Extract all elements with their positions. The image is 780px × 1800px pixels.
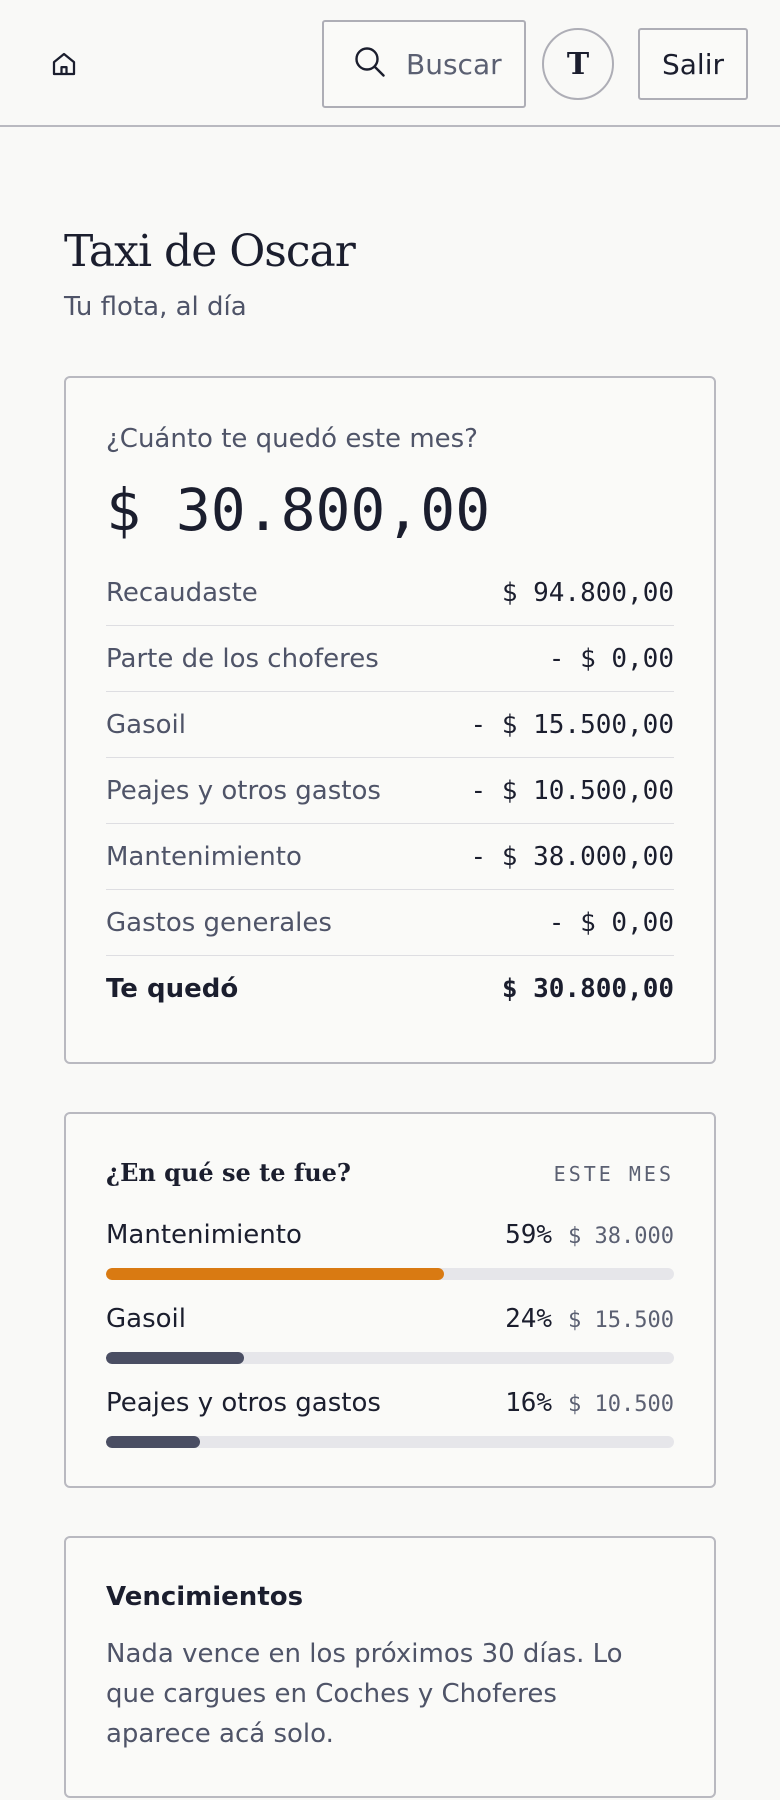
summary-total: $ 30.800,00 <box>106 476 491 544</box>
row-amount: $ 94.800,00 <box>501 577 674 608</box>
row-amount: - $ 38.000,00 <box>470 841 675 872</box>
row-amount: - $ 10.500,00 <box>470 775 675 806</box>
row-label: Te quedó <box>106 974 239 1004</box>
monthly-summary-card: ¿Cuánto te quedó este mes? $ 30.800,00 R… <box>64 376 716 1064</box>
progress-fill <box>106 1352 245 1364</box>
home-button[interactable] <box>44 46 84 86</box>
spending-item-name: Gasoil <box>106 1304 186 1334</box>
progress-fill <box>106 1268 444 1280</box>
summary-row-mantenimiento: Mantenimiento - $ 38.000,00 <box>106 824 674 890</box>
progress-fill <box>106 1436 200 1448</box>
row-label: Mantenimiento <box>106 841 302 872</box>
row-amount: - $ 0,00 <box>548 643 674 674</box>
spending-item-percent: 59% <box>505 1220 553 1250</box>
top-bar: T Salir <box>0 0 780 127</box>
home-icon <box>49 49 79 83</box>
row-label: Gastos generales <box>106 907 332 938</box>
spending-item-percent: 16% <box>505 1388 553 1418</box>
summary-breakdown: Recaudaste $ 94.800,00 Parte de los chof… <box>106 560 674 1022</box>
due-dates-card: Vencimientos Nada vence en los próximos … <box>64 1536 716 1798</box>
spending-period: ESTE MES <box>553 1162 674 1186</box>
summary-row-gastos-generales: Gastos generales - $ 0,00 <box>106 890 674 956</box>
due-text: Nada vence en los próximos 30 días. Lo q… <box>106 1639 623 1749</box>
page-subtitle: Tu flota, al día <box>64 292 247 322</box>
summary-row-te-quedo: Te quedó $ 30.800,00 <box>106 956 674 1022</box>
progress-track <box>106 1352 674 1364</box>
spending-item-peajes: Peajes y otros gastos 16% $ 10.500 <box>106 1388 674 1448</box>
search-icon <box>352 44 388 84</box>
spending-item-amount: $ 38.000 <box>568 1224 674 1249</box>
search-box[interactable] <box>322 20 526 108</box>
row-amount: - $ 15.500,00 <box>470 709 675 740</box>
search-input[interactable] <box>406 47 526 81</box>
row-amount: $ 30.800,00 <box>501 974 674 1004</box>
logout-button[interactable]: Salir <box>638 28 748 100</box>
summary-row-gasoil: Gasoil - $ 15.500,00 <box>106 692 674 758</box>
due-title: Vencimientos <box>106 1582 304 1612</box>
spending-breakdown-card: ¿En qué se te fue? ESTE MES Mantenimient… <box>64 1112 716 1488</box>
spending-item-mantenimiento: Mantenimiento 59% $ 38.000 <box>106 1220 674 1280</box>
spending-title: ¿En qué se te fue? <box>106 1158 351 1187</box>
progress-track <box>106 1268 674 1280</box>
spending-item-amount: $ 15.500 <box>568 1308 674 1333</box>
row-label: Parte de los choferes <box>106 643 379 674</box>
spending-item-amount: $ 10.500 <box>568 1392 674 1417</box>
avatar[interactable]: T <box>542 28 614 100</box>
row-label: Peajes y otros gastos <box>106 775 381 806</box>
row-label: Recaudaste <box>106 577 258 608</box>
row-amount: - $ 0,00 <box>548 907 674 938</box>
page-title: Taxi de Oscar <box>64 226 356 277</box>
spending-item-name: Mantenimiento <box>106 1220 302 1250</box>
summary-row-recaudaste: Recaudaste $ 94.800,00 <box>106 560 674 626</box>
row-label: Gasoil <box>106 709 186 740</box>
spending-item-gasoil: Gasoil 24% $ 15.500 <box>106 1304 674 1364</box>
summary-row-choferes: Parte de los choferes - $ 0,00 <box>106 626 674 692</box>
spending-item-name: Peajes y otros gastos <box>106 1388 381 1418</box>
summary-row-peajes: Peajes y otros gastos - $ 10.500,00 <box>106 758 674 824</box>
spending-item-percent: 24% <box>505 1304 553 1334</box>
progress-track <box>106 1436 674 1448</box>
summary-question: ¿Cuánto te quedó este mes? <box>106 424 478 454</box>
